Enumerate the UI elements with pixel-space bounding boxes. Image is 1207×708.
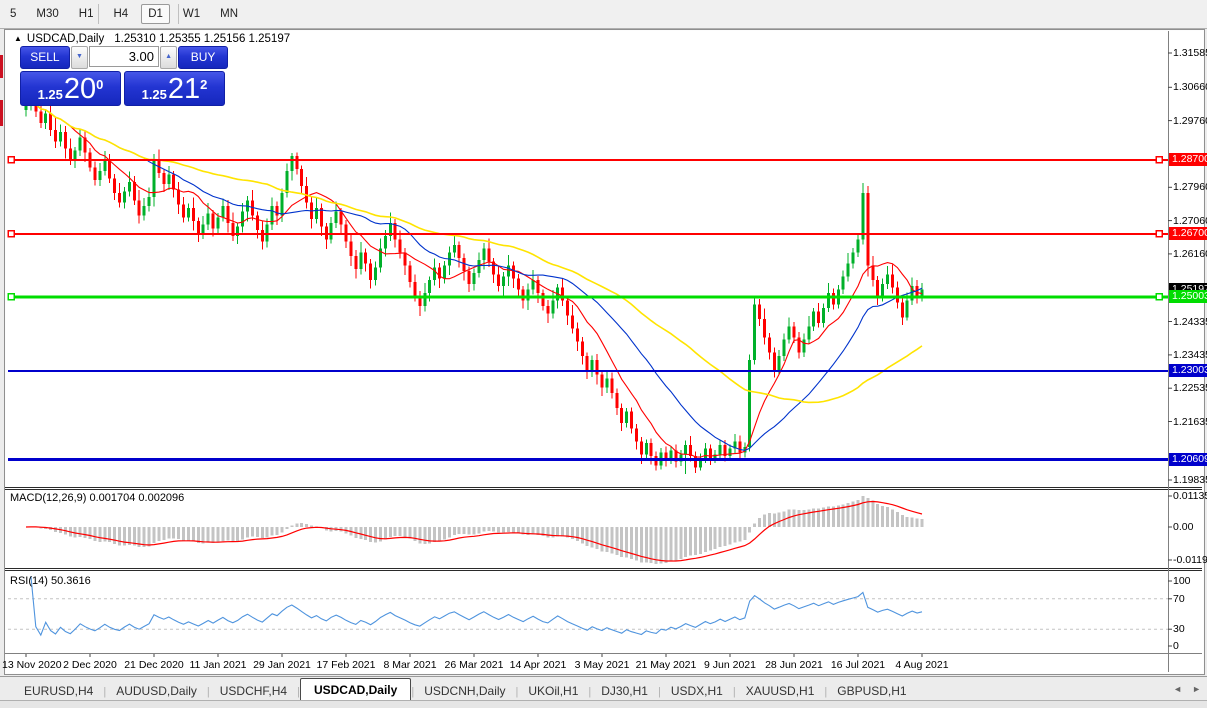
tab-audusd-daily[interactable]: AUDUSD,Daily (106, 680, 207, 701)
price-level-badge: 1.23003 (1169, 364, 1207, 378)
chart-tab-bar: EURUSD,H4 | AUDUSD,Daily | USDCHF,H4 | USDCAD,… (0, 676, 1207, 701)
timeframe-button-m30[interactable]: M30 (29, 4, 65, 24)
buy-price-display[interactable]: 1.25 21 2 (124, 71, 225, 106)
buy-price-prefix: 1.25 (141, 87, 167, 102)
tab-usdcad-daily[interactable]: USDCAD,Daily (299, 678, 412, 701)
chart-symbol-label: USDCAD,Daily (26, 33, 105, 45)
timeframe-button-h4[interactable]: H4 (106, 4, 135, 24)
price-tick-label: 1.22535 (1173, 382, 1207, 395)
macd-tick-label: 0.01135 (1173, 490, 1207, 502)
collapse-triangle-icon[interactable]: ▲ (14, 34, 22, 43)
sell-price-pip: 0 (96, 77, 104, 92)
tab-usdchf-h4[interactable]: USDCHF,H4 (210, 680, 297, 701)
price-tick-label: 1.31585 (1173, 47, 1207, 59)
rsi-tick-label: 0 (1173, 640, 1179, 652)
timeframe-button-5[interactable]: 5 (3, 4, 23, 24)
tab-ukoil-h1[interactable]: UKOil,H1 (518, 680, 588, 701)
sell-price-display[interactable]: 1.25 20 0 (20, 71, 121, 106)
tab-eurusd-h4[interactable]: EURUSD,H4 (14, 680, 103, 701)
tab-scroll-right-icon[interactable]: ► (1192, 684, 1201, 694)
timeframe-buttons: 5 M30 H1 H4 D1 W1 MN (0, 4, 248, 24)
price-tick-label: 1.19835 (1173, 474, 1207, 486)
price-tick-label: 1.27060 (1173, 214, 1207, 227)
left-edge-marker (0, 100, 3, 126)
tab-xauusd-h1[interactable]: XAUUSD,H1 (736, 680, 825, 701)
macd-indicator-label: MACD(12,26,9) 0.001704 0.002096 (10, 492, 185, 504)
price-level-badge: 1.26700 (1169, 227, 1207, 241)
price-tick-label: 1.21635 (1173, 415, 1207, 428)
tab-scroll-left-icon[interactable]: ◄ (1173, 684, 1182, 694)
tab-usdx-h1[interactable]: USDX,H1 (661, 680, 733, 701)
rsi-tick-label: 100 (1173, 575, 1191, 587)
timeframe-button-mn[interactable]: MN (213, 4, 245, 24)
tab-dj30-h1[interactable]: DJ30,H1 (591, 680, 658, 701)
sell-button[interactable]: SELL (20, 46, 70, 69)
macd-tick-label: -0.01190 (1173, 554, 1207, 566)
toolbar-separator (98, 4, 99, 24)
chart-window (4, 29, 1205, 675)
timeframe-button-w1[interactable]: W1 (176, 4, 207, 24)
volume-input[interactable] (89, 46, 159, 67)
volume-decrease-button[interactable]: ▼ (70, 46, 88, 69)
rsi-indicator-label: RSI(14) 50.3616 (10, 575, 91, 587)
timeframe-toolbar: 5 M30 H1 H4 D1 W1 MN (0, 0, 1207, 29)
timeframe-button-d1[interactable]: D1 (141, 4, 170, 24)
price-level-badge: 1.28700 (1169, 153, 1207, 167)
toolbar-separator (178, 4, 179, 24)
date-tick-label: 4 Aug 2021 (895, 659, 949, 671)
price-tick-label: 1.30660 (1173, 81, 1207, 94)
buy-price-big: 21 (167, 73, 201, 105)
price-tick-label: 1.26160 (1173, 247, 1207, 260)
volume-increase-button[interactable]: ▲ (160, 46, 178, 69)
sell-price-prefix: 1.25 (37, 87, 63, 102)
timeframe-button-h1[interactable]: H1 (72, 4, 101, 24)
tab-usdcnh-daily[interactable]: USDCNH,Daily (414, 680, 515, 701)
one-click-trading-panel: SELL ▼ ▲ BUY 1.25 20 0 1.25 21 2 (20, 46, 228, 106)
left-edge-marker (0, 55, 3, 78)
tab-gbpusd-h1[interactable]: GBPUSD,H1 (827, 680, 916, 701)
price-tick-label: 1.23435 (1173, 348, 1207, 361)
rsi-tick-label: 70 (1173, 592, 1185, 605)
macd-tick-label: 0.00 (1173, 521, 1194, 533)
buy-price-pip: 2 (200, 77, 208, 92)
price-tick-label: 1.29760 (1173, 114, 1207, 127)
buy-button[interactable]: BUY (178, 46, 228, 69)
sell-price-big: 20 (63, 73, 97, 105)
chart-header: ▲ USDCAD,Daily 1.25310 1.25355 1.25156 1.2… (14, 33, 290, 45)
price-tick-label: 1.24335 (1173, 315, 1207, 328)
rsi-tick-label: 30 (1173, 623, 1185, 636)
price-tick-label: 1.27960 (1173, 181, 1207, 194)
chart-ohlc-values: 1.25310 1.25355 1.25156 1.25197 (114, 33, 291, 45)
price-level-badge: 1.25003 (1169, 290, 1207, 304)
price-level-badge: 1.20609 (1169, 453, 1207, 467)
